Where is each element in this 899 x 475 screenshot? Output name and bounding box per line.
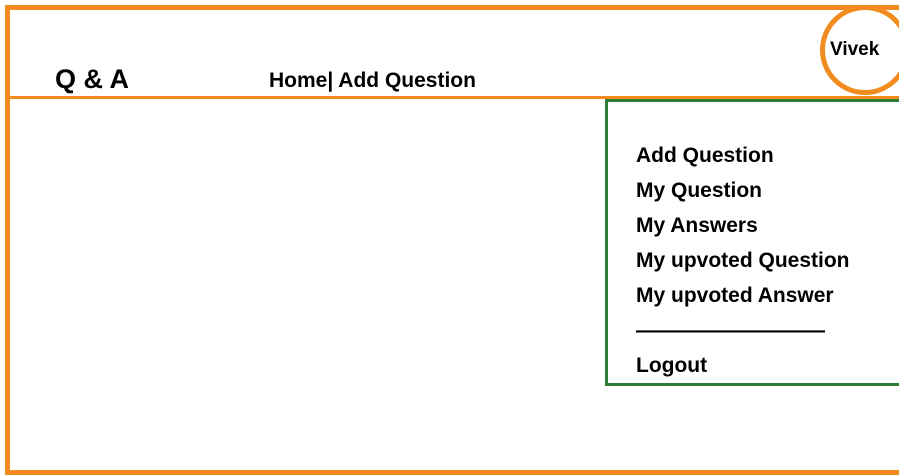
dropdown-list: Add Question My Question My Answers My u…: [636, 138, 850, 383]
nav-add-question-link[interactable]: Add Question: [333, 69, 476, 92]
top-nav: Home| Add Question: [269, 67, 476, 95]
menu-item-my-question[interactable]: My Question: [636, 173, 850, 208]
menu-item-add-question[interactable]: Add Question: [636, 138, 850, 173]
menu-item-my-answers[interactable]: My Answers: [636, 208, 850, 243]
user-name[interactable]: Vivek: [830, 38, 879, 62]
menu-item-my-upvoted-question[interactable]: My upvoted Question: [636, 243, 850, 278]
menu-item-my-upvoted-answer[interactable]: My upvoted Answer: [636, 278, 850, 313]
nav-home-link[interactable]: Home|: [269, 69, 333, 92]
menu-item-logout[interactable]: Logout: [636, 348, 850, 383]
app-logo: Q & A: [55, 64, 129, 94]
menu-separator: —————————: [636, 319, 825, 342]
user-dropdown-menu: Add Question My Question My Answers My u…: [605, 99, 899, 386]
